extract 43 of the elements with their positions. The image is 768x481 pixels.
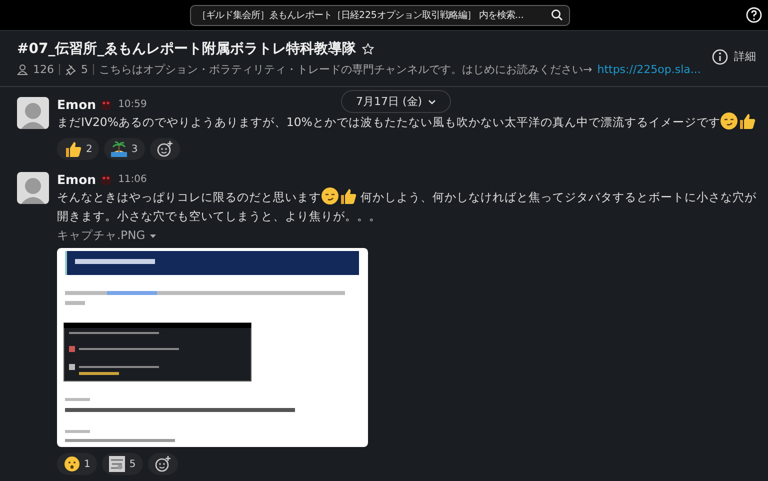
message-text: そんなときはやっぱりコレに限るのだと思います 何かしよう、何かしなければと焦ってジタバタするとボートに小さな穴が開きます。小さな穴でも空いてしまうと、より焦りが。。。 [57,187,760,226]
thumbs-up-emoji-icon [738,112,756,130]
smiley-plus-icon [156,141,173,157]
star-icon[interactable] [362,43,374,56]
island-emoji-icon [111,141,128,157]
caret-icon [428,98,436,106]
add-reaction-button[interactable] [150,138,180,160]
search-field[interactable]: ［ギルド集会所］ゑもんレポート［日経225オプション取引戦略編］ 内を検索... [190,4,570,26]
author-name[interactable]: Emon [57,97,96,112]
status-emoji-icon [100,174,112,186]
help-icon[interactable] [746,7,762,23]
channel-description: こちらはオプション・ボラティリティ・トレードの専門チャンネルです。はじめにお読みください→ [99,62,592,78]
sticker-icon [109,456,126,472]
smirk-emoji-icon [321,187,339,205]
info-icon [712,48,728,65]
message-time[interactable]: 10:59 [118,99,147,110]
member-count[interactable]: 126 [33,63,54,76]
channel-name: #07_伝習所_ゑもんレポート附属ボラトレ特科教導隊 [17,40,356,58]
smirk-emoji-icon [720,112,738,130]
message-text: まだIV20%あるのでやりようありますが、10%とかでは波もたたない風も吹かない太平洋の真ん中で漂流するイメージです [57,112,756,132]
hushed-emoji-icon [64,456,80,472]
avatar-icon [17,97,49,129]
message-time[interactable]: 11:06 [118,174,147,185]
person-icon [17,64,28,76]
thumbs-up-emoji-icon [339,187,357,205]
reaction-button[interactable]: 1 [57,453,98,475]
reaction-button[interactable]: 3 [104,138,145,160]
reaction-button[interactable]: 5 [102,453,143,475]
date-divider[interactable]: 7月17日 (金) [341,90,452,113]
author-name[interactable]: Emon [57,172,96,187]
reaction-button[interactable]: 2 [57,138,100,160]
details-label[interactable]: 詳細 [734,49,756,64]
search-icon [551,9,563,22]
smiley-plus-icon [154,456,171,472]
avatar-icon [17,172,49,204]
pin-count[interactable]: 5 [81,63,88,76]
file-name[interactable]: キャプチャ.PNG [57,228,146,243]
add-reaction-button[interactable] [148,453,178,475]
pin-icon [65,64,76,76]
status-emoji-icon [100,98,112,110]
channel-link[interactable]: https://225op.sla... [597,63,701,76]
thumbs-up-emoji-icon [64,140,82,158]
caret-icon [149,232,158,240]
